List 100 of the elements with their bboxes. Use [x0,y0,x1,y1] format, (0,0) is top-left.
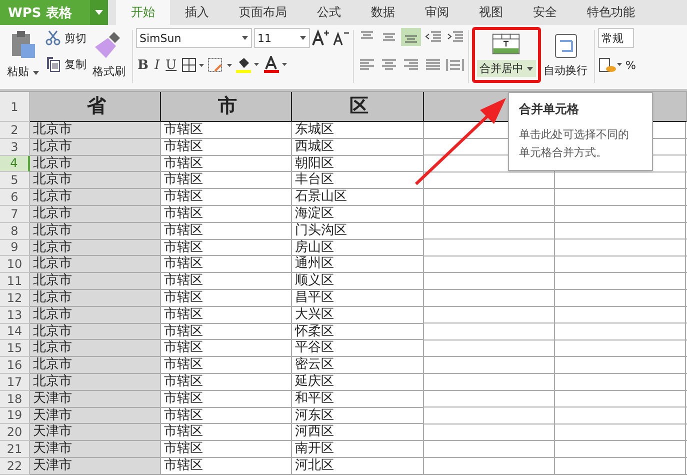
copy-button[interactable]: 复制 [44,56,86,72]
table-cell: 通州区 [292,256,424,274]
table-cell: 北京市 [30,357,161,374]
table-cell: 市辖区 [161,222,292,240]
row-number[interactable]: 9 [0,240,30,256]
table-cell: 天津市 [30,458,161,475]
increase-font-icon[interactable] [312,29,330,47]
caret-icon [300,36,306,40]
table-cell: 西城区 [292,138,424,156]
table-cell: 南开区 [292,441,424,458]
tooltip-title: 合并单元格 [519,101,580,118]
table-cell: 市辖区 [161,240,292,256]
ribbon-tab[interactable]: 开始 [116,0,170,25]
row-number[interactable]: 7 [0,206,30,223]
number-format-dropdown[interactable]: 常规 [598,28,634,48]
table-cell: 北京市 [30,256,161,274]
table-cell: 房山区 [292,240,424,256]
underline-button[interactable]: U [164,58,179,72]
row-number[interactable]: 16 [0,357,30,374]
wrap-text-button[interactable]: 自动换行 [540,28,590,89]
header-cell: 区 [292,92,424,122]
table-cell: 市辖区 [161,172,292,190]
table-cell: 天津市 [30,390,161,408]
row-number[interactable]: 3 [0,138,30,156]
table-cell: 市辖区 [161,256,292,274]
row-number[interactable]: 12 [0,290,30,307]
row-number[interactable]: 17 [0,374,30,391]
merge-center-button[interactable]: 合并居中 [472,27,540,83]
bold-button[interactable]: B [136,58,150,72]
table-cell: 市辖区 [161,306,292,324]
table-cell: 市辖区 [161,189,292,206]
font-size-dropdown[interactable]: 11 [254,28,310,48]
wrap-text-icon [554,33,578,59]
row-number[interactable]: 20 [0,424,30,442]
table-cell: 朝阳区 [292,156,424,172]
table-cell: 北京市 [30,290,161,307]
table-cell: 北京市 [30,374,161,391]
table-cell: 平谷区 [292,340,424,358]
row-number[interactable]: 19 [0,408,30,424]
cell-style-icon[interactable] [206,57,233,73]
row-number[interactable]: 14 [0,324,30,340]
ribbon-tab[interactable]: 安全 [518,0,572,25]
table-cell: 河东区 [292,408,424,424]
table-cell: 北京市 [30,172,161,190]
row-number[interactable]: 5 [0,172,30,190]
table-cell: 天津市 [30,408,161,424]
table-cell: 大兴区 [292,306,424,324]
table-cell: 市辖区 [161,357,292,374]
table-cell: 北京市 [30,138,161,156]
row-number[interactable]: 21 [0,441,30,458]
currency-icon[interactable] [598,56,624,74]
ribbon-tab[interactable]: 数据 [356,0,410,25]
borders-icon[interactable] [180,57,205,73]
table-cell: 市辖区 [161,390,292,408]
row-number[interactable]: 8 [0,222,30,240]
paste-button[interactable]: 粘贴 [4,28,42,81]
font-color-icon[interactable] [262,56,289,74]
table-cell: 石景山区 [292,189,424,206]
ribbon-tab[interactable]: 审阅 [410,0,464,25]
align-icon[interactable] [400,28,420,46]
table-cell: 北京市 [30,273,161,290]
row-number[interactable]: 2 [0,122,30,139]
app-logo: WPS 表格 [8,4,72,22]
table-cell: 市辖区 [161,340,292,358]
table-cell: 市辖区 [161,374,292,391]
ribbon-tab[interactable]: 插入 [170,0,224,25]
row-number[interactable]: 15 [0,340,30,358]
table-cell: 北京市 [30,122,161,139]
percent-style-button[interactable]: % [626,58,636,72]
app-menu-dropdown[interactable] [90,0,108,25]
font-name-dropdown[interactable]: SimSun [136,28,252,48]
table-cell: 市辖区 [161,324,292,340]
table-cell: 密云区 [292,357,424,374]
row-number[interactable]: 13 [0,306,30,324]
row-number[interactable]: 18 [0,390,30,408]
header-cell: 省 [30,92,161,122]
ribbon-tab[interactable]: 公式 [302,0,356,25]
table-cell: 北京市 [30,222,161,240]
table-cell: 北京市 [30,306,161,324]
italic-button[interactable]: I [152,58,162,72]
row-number[interactable]: 22 [0,458,30,475]
table-cell: 北京市 [30,340,161,358]
row-number[interactable]: 11 [0,273,30,290]
row-number[interactable]: 1 [0,92,30,122]
distribute-icon[interactable] [444,56,464,74]
ribbon-tab[interactable]: 特色功能 [572,0,650,25]
table-cell: 丰台区 [292,172,424,190]
row-number[interactable]: 10 [0,256,30,274]
scissors-icon [44,30,60,46]
header-cell: 市 [161,92,292,122]
cut-button[interactable]: 剪切 [44,30,86,46]
row-number[interactable]: 6 [0,189,30,206]
table-cell: 市辖区 [161,206,292,223]
ribbon-tab[interactable]: 视图 [464,0,518,25]
ribbon-tab[interactable]: 页面布局 [224,0,302,25]
table-cell: 北京市 [30,324,161,340]
row-number[interactable]: 4 [0,156,30,172]
format-painter-button[interactable]: 格式刷 [90,28,128,81]
tooltip-text: 单击此处可选择不同的单元格合并方式。 [519,127,629,161]
fill-color-icon[interactable] [234,56,261,74]
